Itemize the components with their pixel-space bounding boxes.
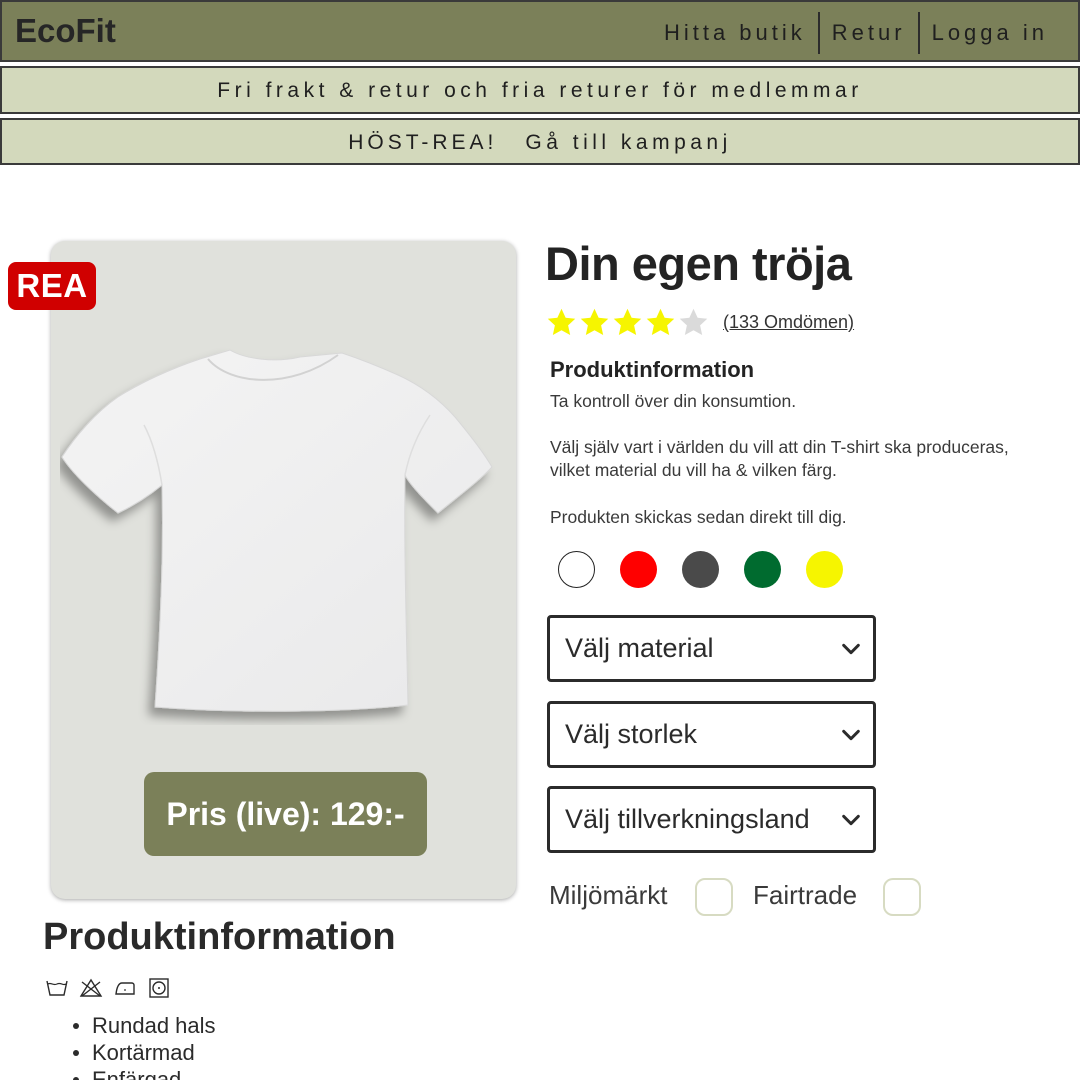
material-select-label: Välj material	[565, 633, 714, 663]
sale-campaign-link[interactable]: Gå till kampanj	[525, 131, 731, 154]
product-info-text: Ta kontroll över din konsumtion.	[550, 391, 797, 411]
color-swatch-yellow[interactable]	[806, 551, 843, 588]
chevron-down-icon	[842, 814, 860, 826]
material-select[interactable]: Välj material	[547, 615, 876, 682]
star-icon	[613, 308, 642, 336]
top-bar: EcoFit Hitta butik Retur Logga in	[0, 0, 1080, 62]
list-item: Rundad hals	[70, 1012, 216, 1039]
star-icon	[547, 308, 576, 336]
logo[interactable]: EcoFit	[15, 12, 116, 50]
size-select[interactable]: Välj storlek	[547, 701, 876, 768]
country-select[interactable]: Välj tillverkningsland	[547, 786, 876, 853]
fairtrade-label: Fairtrade	[753, 880, 858, 910]
eco-checkbox[interactable]	[695, 878, 733, 916]
chevron-down-icon	[842, 729, 860, 741]
shipping-banner-text: Fri frakt & retur och fria returer för m…	[217, 79, 863, 102]
iron-icon	[115, 982, 135, 995]
country-select-label: Välj tillverkningsland	[565, 804, 810, 834]
reviews-link[interactable]: (133 Omdömen)	[723, 312, 854, 333]
nav-returns[interactable]: Retur	[820, 12, 918, 54]
star-icon	[580, 308, 609, 336]
tshirt-image	[61, 349, 493, 712]
product-info-text: Välj själv vart i världen du vill att di…	[550, 437, 1009, 480]
nav-login[interactable]: Logga in	[920, 12, 1060, 54]
color-swatch-gray[interactable]	[682, 551, 719, 588]
care-icons	[45, 976, 181, 1000]
product-title: Din egen tröja	[545, 237, 852, 290]
fairtrade-checkbox[interactable]	[883, 878, 921, 916]
rating-stars	[545, 306, 710, 339]
product-info-heading: Produktinformation	[550, 357, 755, 382]
color-swatch-white[interactable]	[558, 551, 595, 588]
size-select-label: Välj storlek	[565, 719, 698, 749]
tumble-dry-icon	[149, 978, 169, 998]
product-info-text: Produkten skickas sedan direkt till dig.	[550, 507, 847, 527]
list-item: Enfärgad	[70, 1066, 216, 1080]
sale-banner: HÖST-REA! Gå till kampanj	[0, 118, 1080, 165]
nav-find-store[interactable]: Hitta butik	[652, 12, 818, 54]
details-heading: Produktinformation	[43, 916, 396, 958]
sale-badge: REA	[8, 262, 96, 310]
wash-icon	[46, 980, 68, 996]
live-price: Pris (live): 129:-	[144, 772, 427, 856]
no-bleach-icon	[79, 978, 103, 997]
feature-list: Rundad hals Kortärmad Enfärgad	[70, 1012, 216, 1080]
top-nav: Hitta butik Retur Logga in	[652, 12, 1060, 54]
color-swatch-red[interactable]	[620, 551, 657, 588]
list-item: Kortärmad	[70, 1039, 216, 1066]
chevron-down-icon	[842, 643, 860, 655]
star-empty-icon	[679, 308, 708, 336]
star-icon	[646, 308, 675, 336]
shipping-banner: Fri frakt & retur och fria returer för m…	[0, 66, 1080, 114]
color-swatch-green[interactable]	[744, 551, 781, 588]
eco-label: Miljömärkt	[549, 880, 668, 910]
color-swatches	[558, 551, 868, 588]
sale-banner-label: HÖST-REA!	[348, 131, 498, 154]
